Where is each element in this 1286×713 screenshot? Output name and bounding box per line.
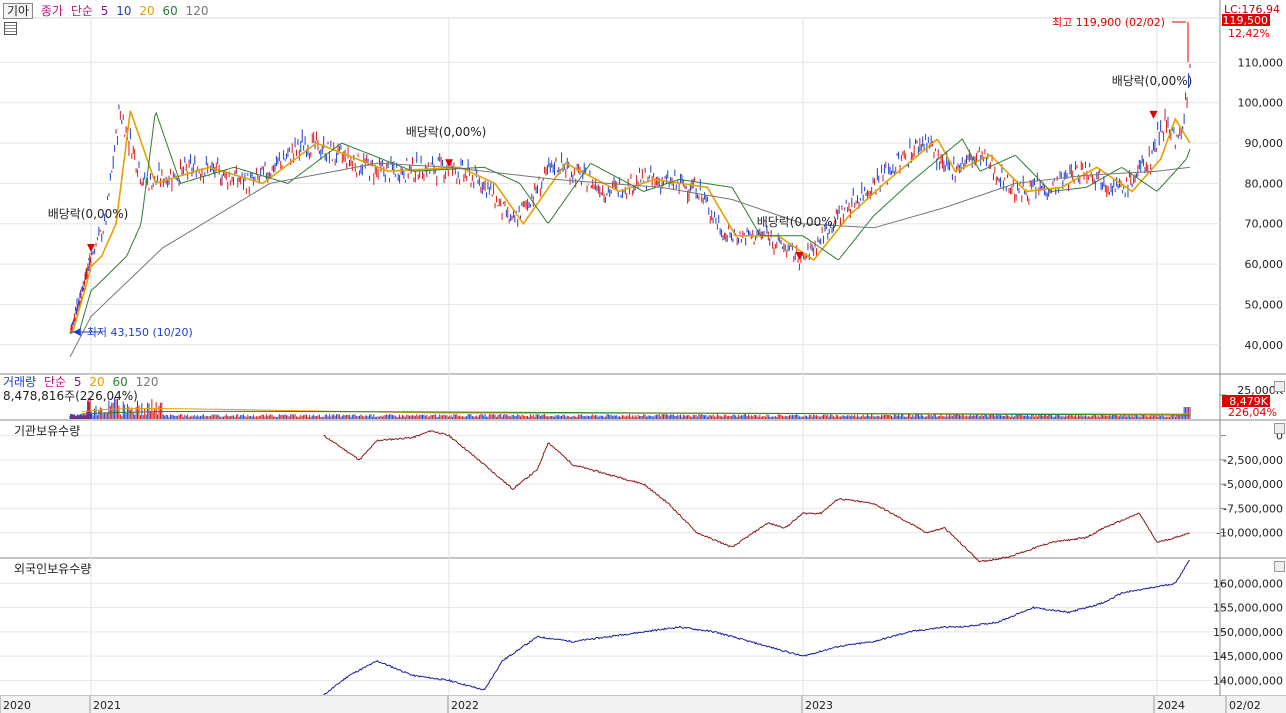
x-axis-bar [0,696,1286,713]
volume-pct-text: 226,04% [1228,406,1277,419]
dividend-label: 배당락(0,00%) [1112,74,1193,88]
ma-60: 60 [162,4,178,18]
ma-10: 10 [116,4,132,18]
price-label: 종가 [40,4,64,18]
institution-tick-label: -2,500,000 [1223,454,1283,467]
volume-title: 거래량 [3,375,37,389]
institution-tick-label: -7,500,000 [1223,502,1283,515]
foreign-tick-label: 150,000,000 [1213,626,1283,639]
volume-ma-5: 5 [73,375,82,389]
dividend-label: 배당락(0,00%) [757,215,838,229]
foreign-tick-label: 160,000,000 [1213,577,1283,590]
volume-pane-header: 거래량 단순 5 20 60 120 [3,375,162,389]
foreign-pane-maximize-button[interactable] [1274,561,1285,572]
low-annotation: 최저 43,150 (10/20) [87,326,193,339]
price-tick-label: 40,000 [1245,339,1284,352]
stock-chart-window: 40,000 50,000 60,000 70,000 80,000 90,000 100,… [0,0,1286,713]
x-axis-label: 2021 [93,699,121,712]
lc-label: LC:176,94 [1224,3,1281,16]
price-tick-label: 90,000 [1245,137,1284,150]
price-tick-label: 100,000 [1238,97,1284,110]
price-tick-label: 60,000 [1245,258,1284,271]
chart-canvas[interactable]: 40,000 50,000 60,000 70,000 80,000 90,000 100,… [0,0,1286,713]
x-axis-label: 2023 [805,699,833,712]
price-pane-header: 기아 종가 단순 5 10 20 60 120 [3,3,212,19]
price-pct-text: 12,42% [1228,27,1270,40]
institution-pane-title: 기관보유수량 [14,424,81,438]
volume-ma-20: 20 [89,375,105,389]
ma-5: 5 [100,4,109,18]
x-axis-label: 2024 [1157,699,1185,712]
volume-pane-maximize-button[interactable] [1274,381,1285,392]
foreign-pane-title: 외국인보유수량 [14,562,92,576]
institution-pane-maximize-button[interactable] [1274,423,1285,434]
dividend-label: 배당락(0,00%) [48,207,129,221]
ma-120: 120 [185,4,209,18]
grid-toggle-icon[interactable] [4,22,17,35]
ma-label: 단순 [70,4,93,18]
ma-20: 20 [139,4,155,18]
volume-ma-120: 120 [135,375,159,389]
institution-tick-label: -10,000,000 [1216,527,1283,540]
volume-ma-label: 단순 [43,375,67,389]
x-axis-label: 02/02 [1229,699,1261,712]
high-annotation: 최고 119,900 (02/02) [1052,16,1165,29]
dividend-label: 배당락(0,00%) [406,125,487,139]
price-tick-label: 50,000 [1245,298,1284,311]
x-axis-label: 2020 [3,699,31,712]
price-tick-label: 70,000 [1245,218,1284,231]
stock-name[interactable]: 기아 [3,3,34,19]
volume-value-text: 8,478,816주(226,04%) [3,389,138,403]
foreign-tick-label: 155,000,000 [1213,602,1283,615]
volume-ma-60: 60 [112,375,128,389]
foreign-tick-label: 140,000,000 [1213,674,1283,687]
x-axis-label: 2022 [451,699,479,712]
foreign-tick-label: 145,000,000 [1213,650,1283,663]
price-tick-label: 110,000 [1238,56,1284,69]
price-tick-label: 80,000 [1245,177,1284,190]
institution-tick-label: -5,000,000 [1223,478,1283,491]
